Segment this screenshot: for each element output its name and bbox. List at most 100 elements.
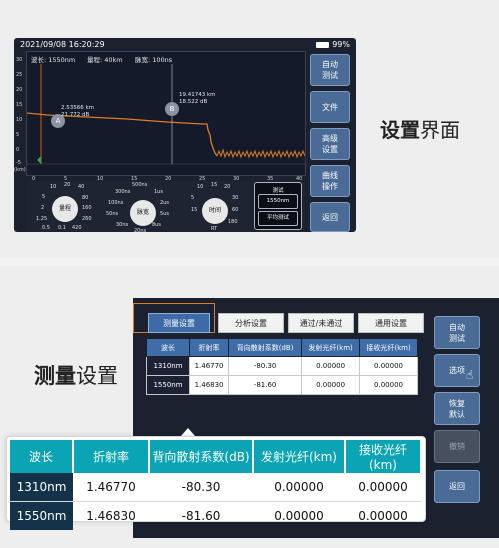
y-tick: 30 [16, 57, 23, 63]
measurement-table: 波长 折射率 背向散射系数(dB) 发射光纤(km) 接收光纤(km) 1310… [146, 338, 418, 395]
undo-button[interactable]: 撤销 [434, 430, 480, 463]
pulse-option[interactable]: 8us [152, 222, 161, 228]
pulse-option[interactable]: 5us [160, 211, 169, 217]
button-label: 恢复 默认 [449, 398, 465, 419]
table-cell: 0.00000 [274, 509, 324, 523]
table-cell[interactable]: -81.60 [228, 375, 303, 395]
time-option[interactable]: 15 [191, 207, 197, 213]
table-cell[interactable]: -80.30 [228, 356, 303, 376]
column-header: 折射率 [73, 440, 150, 473]
tab-general-settings[interactable]: 通用设置 [358, 313, 424, 333]
file-button[interactable]: 文件 [310, 91, 350, 123]
table-header-row: 波长 折射率 背向散射系数(dB) 发射光纤(km) 接收光纤(km) [10, 440, 422, 473]
pulse-option[interactable]: 500ns [132, 182, 147, 188]
wavelength-cell: 1550nm [10, 501, 73, 530]
pulse-option[interactable]: 300ns [115, 189, 130, 195]
table-cell: -81.60 [181, 509, 221, 523]
time-option[interactable]: 180 [228, 219, 238, 225]
auto-test-button[interactable]: 自动 测试 [310, 54, 350, 86]
tab-measurement-settings[interactable]: 测量设置 [148, 313, 210, 333]
range-option[interactable]: 10 [50, 184, 56, 190]
range-option[interactable]: 0.1 [58, 225, 66, 231]
table-cell[interactable]: 0.00000 [359, 375, 418, 395]
time-option[interactable]: 5 [191, 195, 194, 201]
time-option[interactable]: 30 [232, 195, 238, 201]
time-dial[interactable]: 时间 [202, 198, 228, 224]
button-label: 返回 [449, 482, 465, 491]
range-option[interactable]: 40 [78, 184, 84, 190]
callout-pointer [181, 428, 195, 436]
button-label: 自动 测试 [449, 322, 465, 343]
heading-bold: 测量 [34, 364, 76, 388]
time-option[interactable]: 15 [211, 182, 217, 188]
table-cell: -80.30 [149, 473, 253, 502]
table-cell[interactable]: 0.00000 [301, 356, 361, 376]
back-button[interactable]: 返回 [434, 470, 480, 503]
range-option[interactable]: 80 [82, 195, 88, 201]
range-dial[interactable]: 量程 [52, 196, 78, 222]
table-cell: 1.46770 [73, 473, 149, 502]
table-row[interactable]: 1310nm 1.46770 -80.30 0.00000 0.00000 [146, 356, 418, 376]
advanced-settings-button[interactable]: 高级 设置 [310, 128, 350, 160]
tab-analysis-settings[interactable]: 分析设置 [218, 313, 284, 333]
marker-b-distance: 19.41743 km [179, 92, 216, 98]
table-cell: 1.46830 [86, 509, 136, 523]
tab-pass-fail[interactable]: 通过/未通过 [288, 313, 354, 333]
range-option[interactable]: 0.5 [42, 225, 50, 231]
hand-cursor-icon: ☝ [266, 313, 274, 327]
table-cell[interactable]: 0.00000 [359, 356, 418, 376]
column-header: 发射光纤(km) [301, 338, 361, 357]
column-header: 接收光纤(km) [359, 338, 418, 357]
range-option[interactable]: 2 [41, 205, 44, 211]
time-option[interactable]: 20 [224, 184, 230, 190]
table-cell[interactable]: 0.00000 [301, 375, 361, 395]
back-button[interactable]: 返回 [310, 202, 350, 232]
marker-a-distance: 2.53566 km [61, 105, 95, 111]
auto-test-button[interactable]: 自动 测试 [434, 316, 480, 349]
time-option[interactable]: 60 [232, 207, 238, 213]
table-row: 1550nm 1.46830 -81.60 0.00000 0.00000 [10, 501, 421, 530]
pulse-option[interactable]: 20ns [134, 228, 146, 232]
marker-a-loss: 21.772 dB [61, 112, 90, 118]
range-option[interactable]: 1.25 [36, 216, 47, 222]
selector-title: 测试 [272, 188, 284, 194]
curve-operation-button[interactable]: 曲线 操作 [310, 165, 350, 197]
range-option[interactable]: 5 [42, 194, 45, 200]
table-cell[interactable]: 1.46830 [188, 375, 230, 395]
pulse-option[interactable]: 30ns [116, 222, 128, 228]
range-option[interactable]: 20 [64, 182, 70, 188]
column-header: 折射率 [188, 338, 230, 357]
wavelength-option[interactable]: 1550nm [258, 194, 298, 209]
range-option[interactable]: 260 [82, 216, 92, 222]
trace-plot[interactable]: 波长: 1550nm 量程: 40km 脉宽: 100ns A 2.53566 … [26, 51, 306, 176]
pulse-option[interactable]: 1us [154, 189, 163, 195]
origin-flag [37, 156, 41, 164]
trace-noise [216, 148, 305, 159]
marker-a-readout: 2.53566 km 21.772 dB [61, 105, 94, 119]
y-tick: 25 [16, 72, 23, 78]
battery-icon [316, 41, 330, 48]
pulse-option[interactable]: 50ns [106, 211, 118, 217]
range-option[interactable]: 420 [72, 225, 82, 231]
marker-b[interactable]: B [165, 102, 179, 116]
pulse-option[interactable]: 2us [160, 200, 169, 206]
button-label: 撤销 [449, 442, 465, 451]
time-option[interactable]: RT [211, 226, 217, 232]
wavelength-cell: 1310nm [10, 473, 73, 502]
table-row[interactable]: 1550nm 1.46830 -81.60 0.00000 0.00000 [146, 375, 418, 395]
bottom-panel: 测量设置 测量设置 分析设置 通过/未通过 通用设置 ☝ 波长 折射率 背向散射… [0, 266, 499, 548]
time-option[interactable]: 10 [197, 184, 203, 190]
heading-normal: 设置 [76, 364, 118, 388]
range-option[interactable]: 160 [82, 205, 92, 211]
pulse-option[interactable]: 100ns [108, 200, 123, 206]
table-cell[interactable]: 1.46770 [188, 356, 230, 376]
button-label: 返回 [322, 212, 338, 222]
table-cell: 0.00000 [253, 473, 345, 502]
restore-defaults-button[interactable]: 恢复 默认 [434, 392, 480, 425]
heading-normal: 界面 [420, 118, 460, 142]
button-label: 高级 设置 [322, 134, 338, 154]
button-label: 自动 测试 [322, 60, 338, 80]
average-test-option[interactable]: 平均测试 [258, 211, 298, 226]
y-tick: 0 [16, 147, 20, 153]
table-row: 1310nm 1.46770 -80.30 0.00000 0.00000 [10, 473, 421, 502]
